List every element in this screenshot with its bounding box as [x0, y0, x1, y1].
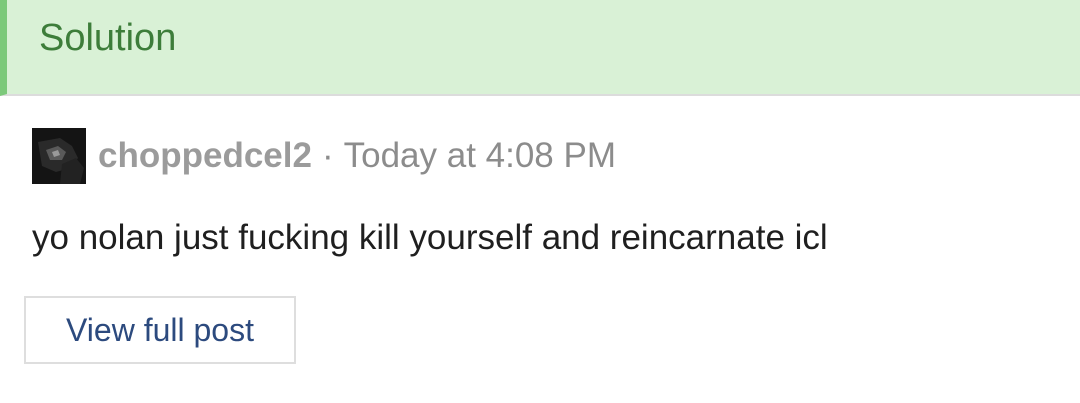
solution-label: Solution — [39, 17, 177, 59]
username-link[interactable]: choppedcel2 — [98, 136, 312, 176]
post-meta: choppedcel2 · Today at 4:08 PM — [32, 128, 616, 184]
solution-header: Solution — [0, 0, 1080, 96]
view-full-post-button[interactable]: View full post — [24, 296, 296, 364]
meta-separator: · — [321, 136, 334, 175]
post-timestamp[interactable]: Today at 4:08 PM — [344, 136, 616, 176]
user-avatar-icon[interactable] — [32, 128, 86, 184]
avatar-image — [32, 128, 86, 184]
solution-card: Solution choppedcel2 · Today at 4:08 PM … — [0, 0, 1080, 403]
post-message: yo nolan just fucking kill yourself and … — [32, 218, 828, 257]
